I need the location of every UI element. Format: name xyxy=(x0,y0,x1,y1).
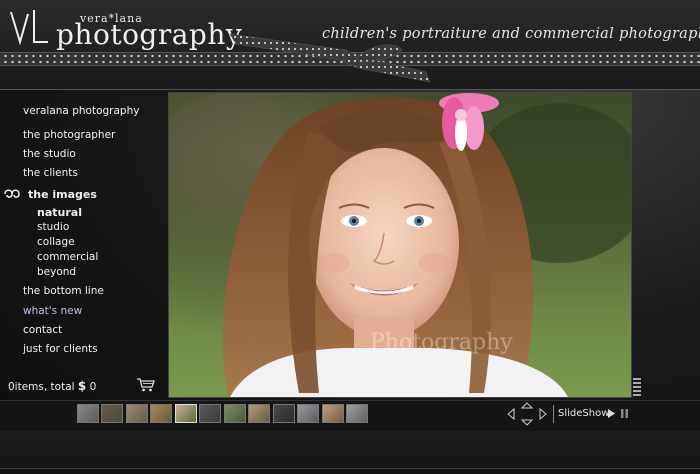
cart-count-text: 0items, total xyxy=(8,381,75,393)
cart-amount: 0 xyxy=(89,381,97,393)
pause-icon[interactable] xyxy=(620,409,629,418)
nav-subitem-commercial[interactable]: commercial xyxy=(37,251,98,263)
thumbnail[interactable] xyxy=(199,404,221,423)
thumbnail[interactable] xyxy=(126,404,148,423)
nav-item-contact[interactable]: contact xyxy=(23,324,62,336)
sidebar-nav: veralana photography the photographer th… xyxy=(0,92,166,402)
thumbnail[interactable] xyxy=(297,404,319,423)
brand-title[interactable]: photography xyxy=(56,18,242,51)
thumbnail[interactable] xyxy=(322,404,344,423)
nav-subitem-collage[interactable]: collage xyxy=(37,236,75,248)
scroll-indicator-icon[interactable] xyxy=(633,378,641,398)
vl-logo-icon[interactable] xyxy=(8,8,50,48)
ribbon-bow-icon xyxy=(229,33,431,83)
header-divider xyxy=(0,89,700,90)
nav-item-home[interactable]: veralana photography xyxy=(23,105,139,117)
cart-summary: 0items, total $ 0 xyxy=(8,379,96,393)
watermark-text: Photography xyxy=(370,330,513,355)
thumbnail[interactable] xyxy=(77,404,99,423)
thumbnail[interactable] xyxy=(346,404,368,423)
nav-item-studio[interactable]: the studio xyxy=(23,148,76,160)
thumbnail[interactable] xyxy=(224,404,246,423)
nav-item-photographer[interactable]: the photographer xyxy=(23,129,115,141)
nav-item-clients[interactable]: the clients xyxy=(23,167,78,179)
slideshow-divider xyxy=(553,405,554,423)
thumbnail[interactable] xyxy=(101,404,123,423)
thumbnail[interactable] xyxy=(150,404,172,423)
thumbnail[interactable] xyxy=(248,404,270,423)
nav-item-whats-new[interactable]: what's new xyxy=(23,305,82,317)
swirl-icon xyxy=(4,189,20,198)
nav-subitem-beyond[interactable]: beyond xyxy=(37,266,76,278)
thumbnail[interactable] xyxy=(273,404,295,423)
page: vera*lana photography children's portrai… xyxy=(0,0,700,474)
slideshow-button[interactable]: SlideShow xyxy=(558,408,609,419)
nav-item-just-for-clients[interactable]: just for clients xyxy=(23,343,98,355)
nav-item-bottom-line[interactable]: the bottom line xyxy=(23,285,104,297)
nav-subitem-natural[interactable]: natural xyxy=(37,206,82,219)
header: vera*lana photography children's portrai… xyxy=(0,0,700,90)
nav-subitem-studio[interactable]: studio xyxy=(37,221,69,233)
footer-divider xyxy=(0,468,700,469)
thumbnail-selected[interactable] xyxy=(175,404,197,423)
play-icon[interactable] xyxy=(607,409,616,418)
direction-arrows-icon[interactable] xyxy=(506,402,548,426)
nav-item-images[interactable]: the images xyxy=(28,188,97,201)
shopping-cart-icon[interactable] xyxy=(136,377,156,393)
cart-currency: $ xyxy=(77,379,87,393)
